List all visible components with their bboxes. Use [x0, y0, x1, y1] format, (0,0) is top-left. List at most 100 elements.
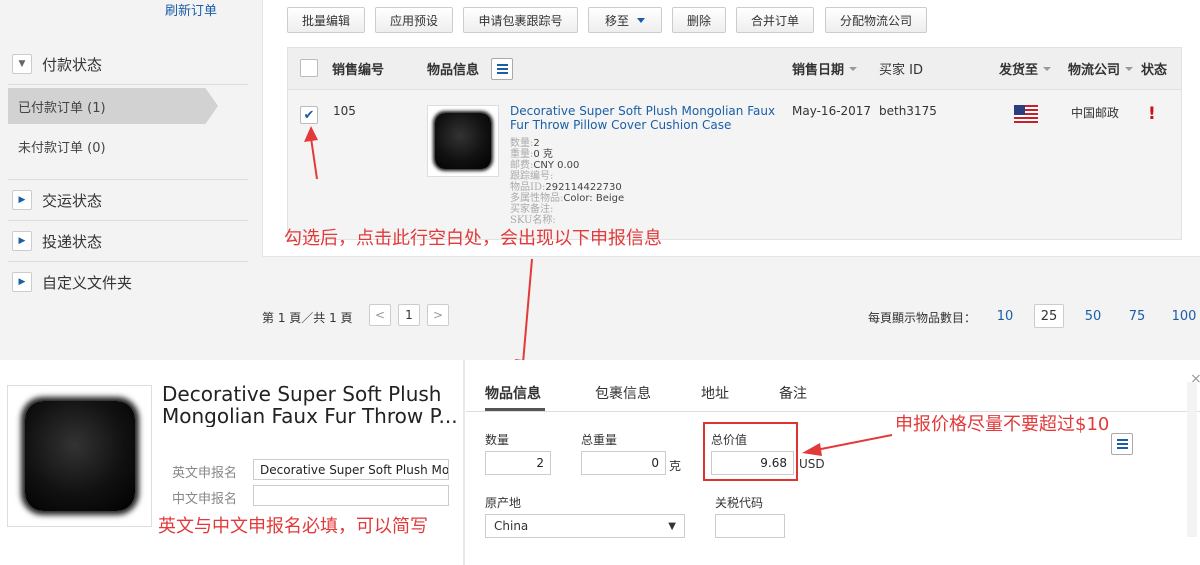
sale-date-label: 销售日期: [792, 63, 845, 78]
tab-package-info[interactable]: 包裹信息: [595, 383, 651, 403]
qty-label: 数量: [485, 433, 510, 447]
payment-status-label: 付款状态: [42, 55, 103, 74]
expand-icon: ▶: [12, 190, 32, 210]
pillow-image: [24, 401, 135, 511]
price-hint-annotation: 申报价格尽量不要超过$10: [895, 414, 1110, 435]
move-to-dropdown[interactable]: 移至: [588, 7, 662, 33]
select-hint-annotation: 勾选后，点击此行空白处，会出现以下申报信息: [284, 228, 662, 249]
delivery-status-section[interactable]: ▶ 投递状态: [8, 221, 248, 262]
col-sale-no[interactable]: 销售编号: [332, 47, 384, 90]
per-page-label: 每頁顯示物品數目：: [868, 311, 977, 325]
per-page-50[interactable]: 50: [1082, 304, 1104, 328]
delete-button[interactable]: 删除: [672, 7, 726, 33]
custom-folder-label: 自定义文件夹: [42, 273, 133, 292]
delivery-status-label: 投递状态: [42, 232, 103, 251]
weight-unit: 克: [669, 459, 682, 473]
tariff-input[interactable]: [715, 514, 785, 538]
weight-input[interactable]: 0: [581, 451, 666, 475]
col-logistics[interactable]: 物流公司: [1068, 47, 1134, 90]
col-buyer-id: 买家 ID: [879, 63, 923, 78]
list-icon[interactable]: [1111, 433, 1133, 455]
highlight-box: [703, 422, 798, 481]
title-line-1: Decorative Super Soft Plush: [162, 382, 442, 406]
sort-icon: [849, 66, 858, 71]
next-page-button[interactable]: >: [427, 304, 449, 326]
name-hint-annotation: 英文与中文申报名必填，可以简写: [158, 516, 428, 537]
logistics-label: 物流公司: [1068, 63, 1121, 78]
en-name-label: 英文申报名: [172, 466, 238, 481]
chevron-down-icon: [637, 17, 645, 23]
assign-logistics-button[interactable]: 分配物流公司: [825, 7, 927, 33]
title-line-2: Mongolian Faux Fur Throw P...: [162, 405, 458, 427]
shipping-status-label: 交运状态: [42, 191, 103, 210]
meta-buyer-note: 买家备注:: [510, 204, 554, 215]
meta-item-id: 物品ID:292114422730: [510, 182, 622, 193]
tab-address[interactable]: 地址: [701, 383, 729, 403]
move-to-label: 移至: [604, 13, 629, 28]
batch-edit-button[interactable]: 批量编辑: [287, 7, 365, 33]
meta-postage: 邮费:CNY 0.00: [510, 160, 580, 171]
page-number-button[interactable]: 1: [398, 304, 420, 326]
pillow-image: [435, 113, 491, 169]
alert-icon[interactable]: !: [1148, 104, 1156, 124]
per-page-100[interactable]: 100: [1170, 304, 1198, 328]
row-checkbox[interactable]: ✔: [300, 106, 318, 124]
tariff-label: 关税代码: [715, 496, 764, 510]
scrollbar[interactable]: [1187, 382, 1197, 537]
currency-label: USD: [799, 457, 825, 471]
origin-label: 原产地: [485, 496, 522, 510]
sort-icon: [1125, 66, 1134, 71]
payment-status-section[interactable]: ▼ 付款状态: [8, 44, 248, 85]
meta-qty: 数量:2: [510, 138, 540, 149]
sidebar-item-paid-orders[interactable]: 已付款订单 (1): [8, 88, 218, 124]
expand-icon: ▶: [12, 231, 32, 251]
expand-icon: ▶: [12, 272, 32, 292]
sidebar-item-unpaid-orders[interactable]: 未付款订单 (0): [8, 128, 218, 164]
shipping-status-section[interactable]: ▶ 交运状态: [8, 180, 248, 221]
custom-folder-section[interactable]: ▶ 自定义文件夹: [8, 262, 248, 302]
meta-variation: 多属性物品:Color: Beige: [510, 193, 625, 204]
tab-notes[interactable]: 备注: [779, 383, 807, 403]
en-name-input[interactable]: Decorative Super Soft Plush Mongolian: [253, 459, 449, 480]
origin-select[interactable]: China ▼: [485, 514, 685, 538]
page-info: 第 1 頁／共 1 頁: [262, 311, 353, 325]
product-title-link[interactable]: Decorative Super Soft Plush Mongolian Fa…: [510, 104, 780, 132]
col-ship-to[interactable]: 发货至: [999, 47, 1052, 90]
sale-date: May-16-2017: [792, 104, 872, 118]
product-image: [7, 385, 152, 527]
collapse-icon: ▼: [12, 54, 32, 74]
col-item-info: 物品信息: [427, 63, 480, 78]
select-all-checkbox[interactable]: [300, 59, 318, 77]
meta-tracking: 跟踪编号:: [510, 171, 554, 182]
prev-page-button[interactable]: <: [369, 304, 391, 326]
weight-label: 总重量: [581, 433, 618, 447]
qty-input[interactable]: 2: [485, 451, 551, 475]
chevron-down-icon: ▼: [668, 520, 676, 532]
divider: [463, 360, 465, 565]
sale-number: 105: [333, 104, 356, 118]
annotation-arrow-up: [304, 126, 318, 180]
meta-weight: 重量:0 克: [510, 149, 553, 160]
request-tracking-button[interactable]: 申请包裹跟踪号: [463, 7, 578, 33]
per-page-75[interactable]: 75: [1126, 304, 1148, 328]
ship-to-label: 发货至: [999, 63, 1039, 78]
annotation-arrow-left: [802, 434, 893, 456]
col-sale-date[interactable]: 销售日期: [792, 47, 858, 90]
product-thumbnail[interactable]: [427, 105, 499, 177]
merge-orders-button[interactable]: 合并订单: [736, 7, 814, 33]
detail-tabs: [466, 360, 1200, 412]
per-page-25[interactable]: 25: [1034, 304, 1064, 328]
logistics-company: 中国邮政: [1071, 106, 1120, 120]
list-icon[interactable]: [491, 58, 513, 80]
apply-preset-button[interactable]: 应用预设: [375, 7, 453, 33]
refresh-orders-link[interactable]: 刷新订单: [165, 0, 217, 19]
buyer-id[interactable]: beth3175: [879, 104, 937, 118]
sort-icon: [1043, 66, 1052, 71]
cn-name-label: 中文申报名: [172, 492, 238, 507]
tab-item-info[interactable]: 物品信息: [485, 383, 541, 403]
active-tab-indicator: [485, 408, 545, 411]
cn-name-input[interactable]: [253, 485, 449, 506]
product-title: Decorative Super Soft Plush Mongolian Fa…: [162, 383, 462, 427]
per-page-10[interactable]: 10: [994, 304, 1016, 328]
origin-value: China: [494, 519, 529, 533]
